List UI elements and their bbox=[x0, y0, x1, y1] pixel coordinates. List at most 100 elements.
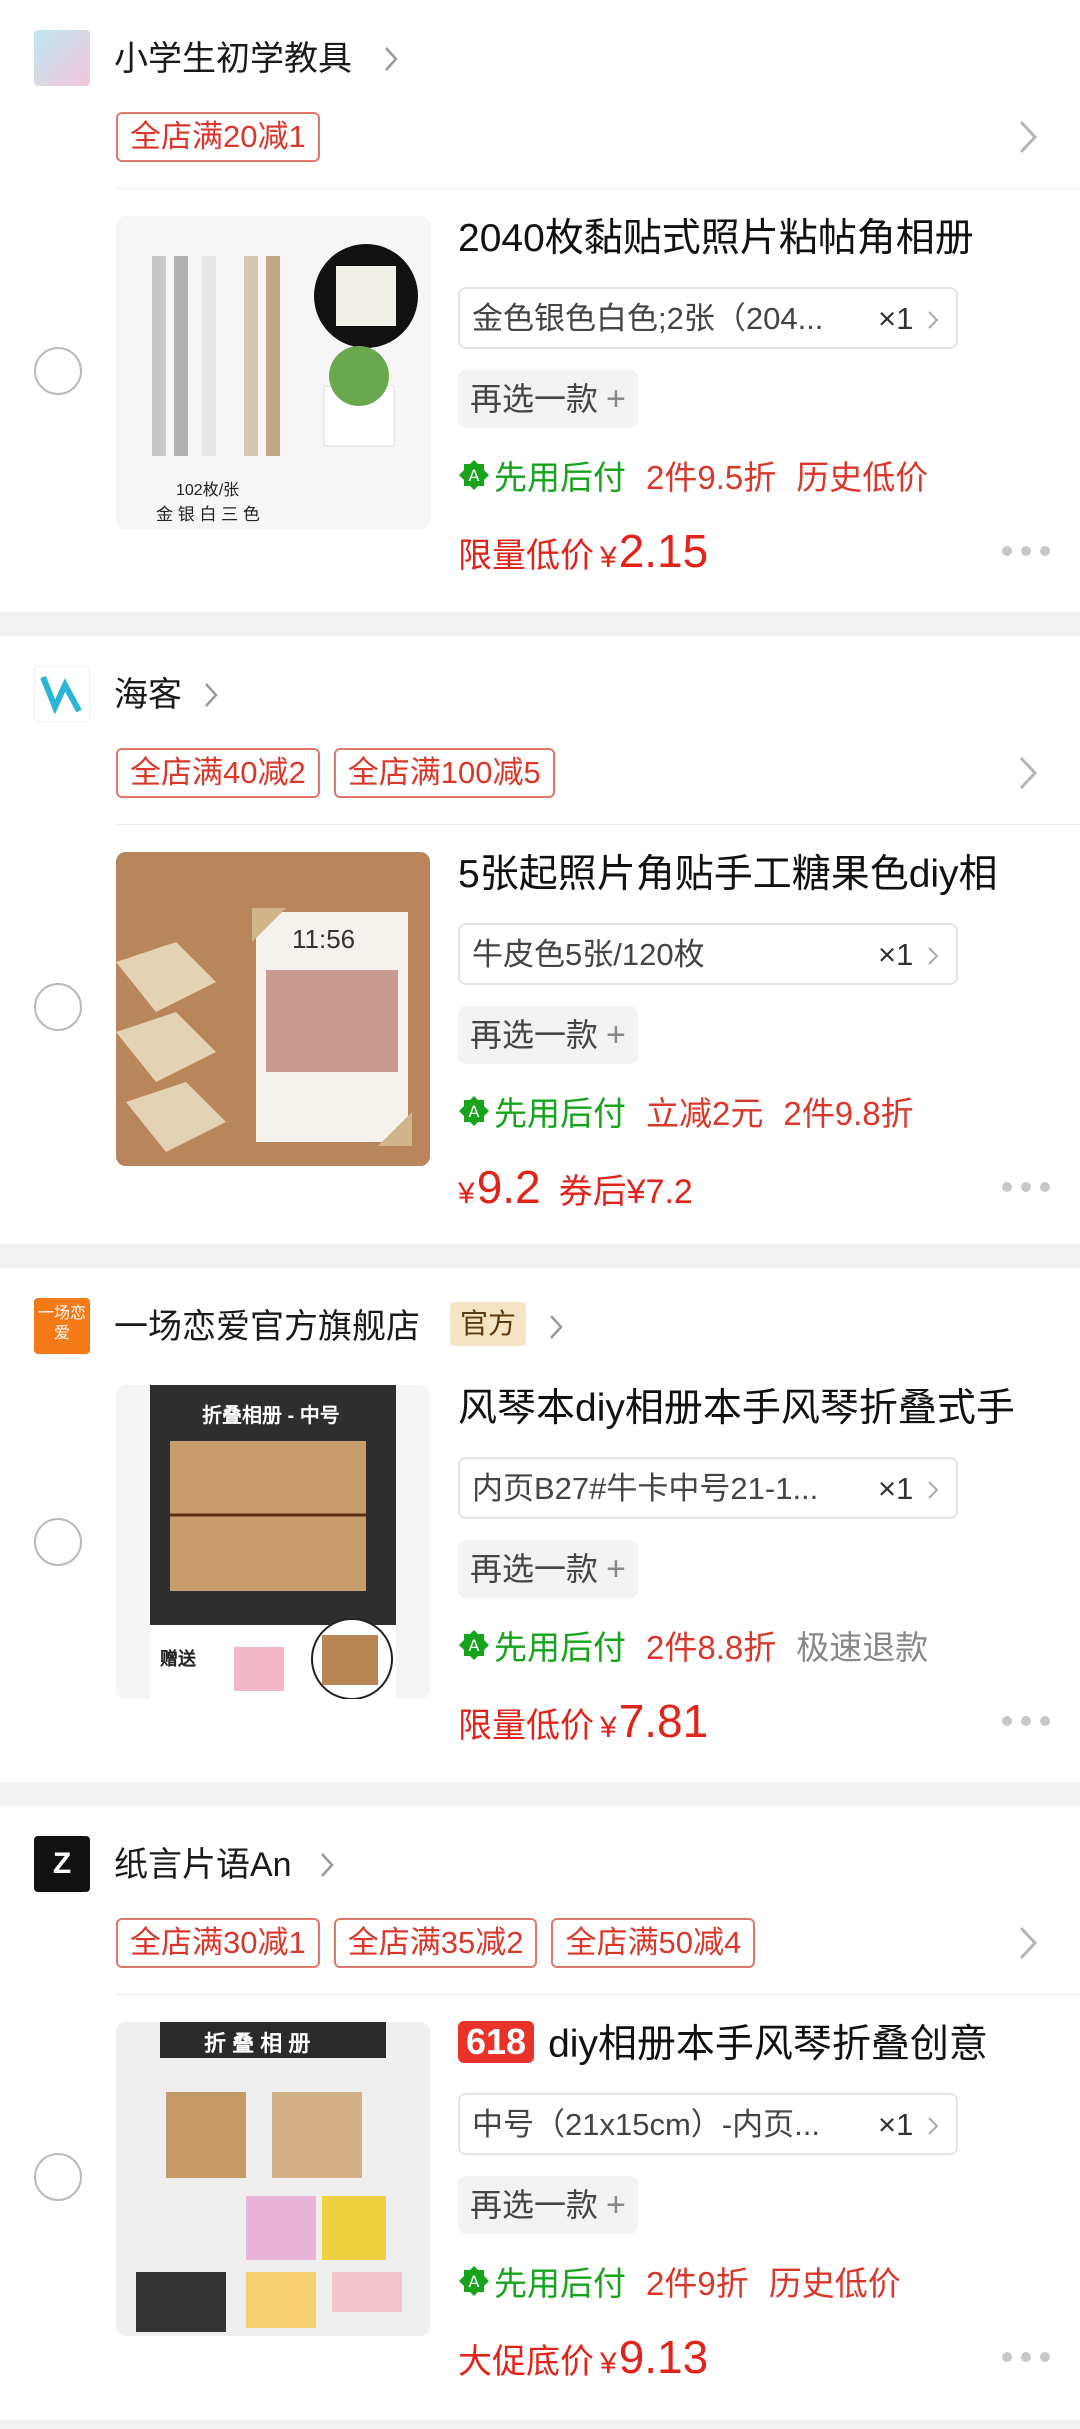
bnpl-label: 先用后付 bbox=[494, 1629, 626, 1666]
shop-name[interactable]: 一场恋爱官方旗舰店 bbox=[114, 1300, 420, 1354]
svg-text:A: A bbox=[469, 1636, 480, 1655]
product-title[interactable]: 风琴本diy相册本手风琴折叠式手 bbox=[458, 1382, 1058, 1436]
price-row: 限量低价 ¥ 7.81 bbox=[458, 1694, 708, 1758]
store-card: Z 纸言片语An 全店满30减1 全店满35减2 全店满50减4 折 叠 相 册… bbox=[0, 1806, 1080, 2420]
shop-header[interactable]: 海客 bbox=[0, 636, 1080, 756]
chevron-right-icon bbox=[928, 1481, 939, 1499]
reselect-label: 再选一款 bbox=[470, 381, 599, 417]
more-options-icon[interactable] bbox=[1002, 2352, 1050, 2364]
promo-618-badge: 618 bbox=[458, 2021, 535, 2063]
product-image bbox=[116, 216, 430, 530]
more-options-icon[interactable] bbox=[1002, 1182, 1050, 1194]
bnpl-label: 先用后付 bbox=[494, 1095, 626, 1132]
promo-tag[interactable]: 全店满20减1 bbox=[116, 112, 320, 162]
divider bbox=[116, 824, 1080, 825]
chevron-right-icon[interactable] bbox=[378, 44, 404, 74]
sku-selector[interactable]: 内页B27#牛卡中号21-1... ×1 bbox=[458, 1457, 958, 1519]
thumb-caption: 折叠相册 - 中号 bbox=[202, 1405, 340, 1427]
store-card: 海客 全店满40减2 全店满100减5 11:56 5张起照片角贴手工糖果色di… bbox=[0, 636, 1080, 1244]
benefit-tag: 2件9.5折 bbox=[646, 459, 777, 496]
price: 9.2 bbox=[476, 1161, 541, 1213]
chevron-right-icon bbox=[928, 2117, 939, 2135]
bnpl-label: 先用后付 bbox=[494, 459, 626, 496]
shop-name[interactable]: 小学生初学教具 bbox=[114, 32, 352, 86]
benefit-tag: 2件9折 bbox=[646, 2265, 749, 2302]
product-thumbnail[interactable]: 折 叠 相 册 bbox=[116, 2022, 430, 2336]
chevron-right-icon bbox=[928, 311, 939, 329]
more-options-icon[interactable] bbox=[1002, 546, 1050, 558]
chevron-right-icon[interactable] bbox=[1016, 1924, 1040, 1962]
benefit-row: A 先用后付 2件9折 历史低价 bbox=[458, 2256, 921, 2306]
shop-logo: 一场恋爱 bbox=[34, 1298, 90, 1354]
benefit-tag-gray: 极速退款 bbox=[796, 1629, 929, 1666]
sku-text: 内页B27#牛卡中号21-1... bbox=[472, 1471, 819, 1506]
sku-text: 牛皮色5张/120枚 bbox=[472, 937, 705, 972]
shop-logo bbox=[34, 30, 90, 86]
plus-icon: + bbox=[606, 1016, 626, 1054]
chevron-right-icon[interactable] bbox=[314, 1850, 340, 1880]
product-thumbnail[interactable]: 折叠相册 - 中号 赠送 bbox=[116, 1385, 430, 1699]
bnpl-icon: A bbox=[459, 2266, 489, 2296]
product-thumbnail[interactable]: 11:56 bbox=[116, 852, 430, 1166]
bnpl-label: 先用后付 bbox=[494, 2265, 626, 2302]
shop-logo: Z bbox=[34, 1836, 90, 1892]
currency-symbol: ¥ bbox=[600, 541, 617, 574]
product-title[interactable]: 5张起照片角贴手工糖果色diy相 bbox=[458, 848, 1058, 902]
product-thumbnail[interactable]: 102枚/张 金 银 白 三 色 bbox=[116, 216, 430, 530]
reselect-button[interactable]: 再选一款 + bbox=[458, 1540, 638, 1598]
bnpl-icon: A bbox=[459, 460, 489, 490]
currency-symbol: ¥ bbox=[458, 1177, 475, 1210]
promo-tag[interactable]: 全店满35减2 bbox=[333, 1918, 538, 1968]
sku-selector[interactable]: 牛皮色5张/120枚 ×1 bbox=[458, 923, 958, 985]
price-after-coupon: 券后¥7.2 bbox=[558, 1173, 693, 1211]
reselect-label: 再选一款 bbox=[470, 1017, 599, 1053]
product-image bbox=[116, 2022, 430, 2336]
benefit-tag: 历史低价 bbox=[768, 2265, 901, 2302]
chevron-right-icon[interactable] bbox=[198, 680, 224, 710]
thumb-caption: 折 叠 相 册 bbox=[204, 2031, 311, 2056]
reselect-button[interactable]: 再选一款 + bbox=[458, 1006, 638, 1064]
price: 9.13 bbox=[618, 2331, 709, 2383]
reselect-label: 再选一款 bbox=[470, 2187, 599, 2223]
shop-name[interactable]: 纸言片语An bbox=[114, 1838, 292, 1892]
select-item-checkbox[interactable] bbox=[34, 347, 82, 395]
select-item-checkbox[interactable] bbox=[34, 1518, 82, 1566]
select-item-checkbox[interactable] bbox=[34, 2153, 82, 2201]
more-options-icon[interactable] bbox=[1002, 1716, 1050, 1728]
chevron-right-icon[interactable] bbox=[1016, 118, 1040, 156]
shop-logo bbox=[34, 666, 90, 722]
reselect-button[interactable]: 再选一款 + bbox=[458, 2176, 638, 2234]
chevron-right-icon[interactable] bbox=[543, 1312, 569, 1342]
promo-tag[interactable]: 全店满50减4 bbox=[551, 1918, 756, 1968]
shop-header[interactable]: Z 纸言片语An bbox=[0, 1806, 1080, 1926]
shop-header[interactable]: 小学生初学教具 bbox=[0, 0, 1080, 120]
sku-text: 中号（21x15cm）-内页... bbox=[472, 2107, 820, 2142]
bnpl-icon: A bbox=[459, 1096, 489, 1126]
product-title[interactable]: 2040枚黏贴式照片粘帖角相册 bbox=[458, 212, 1058, 266]
price-label: 限量低价 bbox=[458, 537, 594, 575]
svg-text:A: A bbox=[469, 1102, 480, 1121]
sku-selector[interactable]: 中号（21x15cm）-内页... ×1 bbox=[458, 2093, 958, 2155]
chevron-right-icon[interactable] bbox=[1016, 754, 1040, 792]
promo-tag[interactable]: 全店满30减1 bbox=[116, 1918, 320, 1968]
thumb-caption: 11:56 bbox=[292, 924, 356, 954]
promo-tag[interactable]: 全店满100减5 bbox=[333, 748, 555, 798]
quantity: ×1 bbox=[878, 937, 914, 972]
benefit-row: A 先用后付 立减2元 2件9.8折 bbox=[458, 1086, 934, 1136]
shop-header[interactable]: 一场恋爱 一场恋爱官方旗舰店 官方 bbox=[0, 1268, 1080, 1388]
svg-text:A: A bbox=[469, 2272, 480, 2291]
svg-text:A: A bbox=[469, 466, 480, 485]
price: 2.15 bbox=[618, 525, 709, 577]
thumb-caption: 赠送 bbox=[160, 1649, 196, 1669]
promo-tag[interactable]: 全店满40减2 bbox=[116, 748, 320, 798]
benefit-tag: 2件8.8折 bbox=[646, 1629, 777, 1666]
price-row: 限量低价 ¥ 2.15 bbox=[458, 524, 708, 588]
sku-selector[interactable]: 金色银色白色;2张（204... ×1 bbox=[458, 287, 958, 349]
product-title[interactable]: 618 diy相册本手风琴折叠创意 bbox=[458, 2018, 1058, 2072]
reselect-button[interactable]: 再选一款 + bbox=[458, 370, 638, 428]
quantity: ×1 bbox=[878, 1471, 914, 1506]
plus-icon: + bbox=[606, 1550, 626, 1588]
shop-name[interactable]: 海客 bbox=[114, 668, 182, 722]
select-item-checkbox[interactable] bbox=[34, 983, 82, 1031]
chevron-right-icon bbox=[928, 947, 939, 965]
